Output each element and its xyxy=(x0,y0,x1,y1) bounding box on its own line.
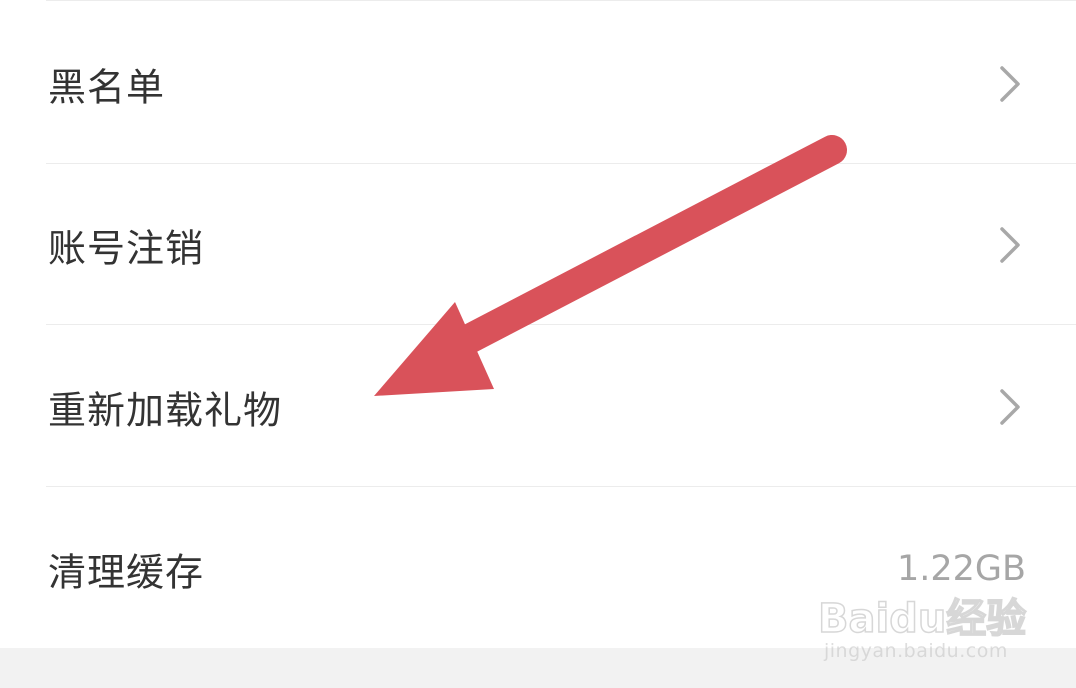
arrow-head xyxy=(374,302,494,396)
arrow-shaft xyxy=(433,135,847,365)
watermark-logo: Baidu经验 xyxy=(817,595,1027,643)
red-arrow-annotation xyxy=(374,135,847,396)
baidu-watermark: Baidu经验 jingyan.baidu.com xyxy=(817,586,1027,666)
settings-screen: 黑名单 账号注销 重新加载礼物 清理缓存 1.22GB Baidu经验 jing… xyxy=(0,0,1076,688)
watermark-url: jingyan.baidu.com xyxy=(824,640,1008,662)
